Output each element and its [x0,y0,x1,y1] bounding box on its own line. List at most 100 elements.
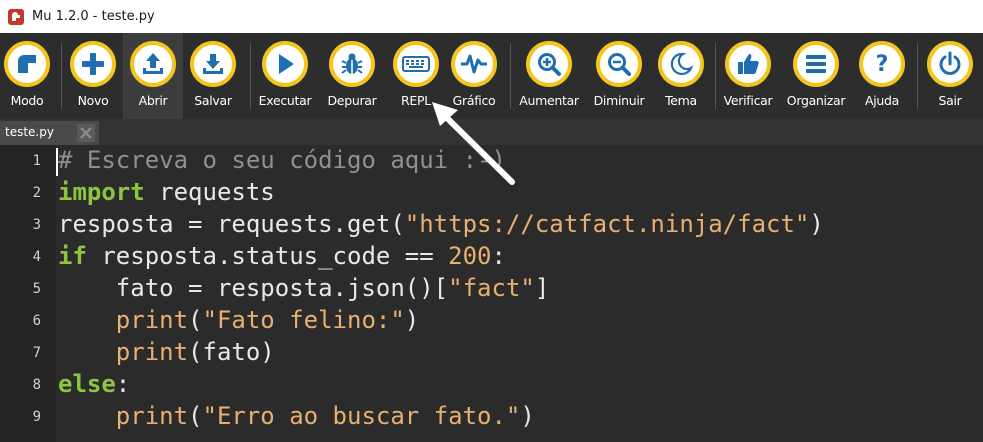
theme-button[interactable]: Tema [653,33,709,119]
help-button[interactable]: ? Ajuda [854,33,910,119]
tidy-button[interactable]: Organizar [784,33,848,119]
zoom-in-label: Aumentar [519,93,579,108]
load-button[interactable]: Abrir [123,33,183,119]
plotter-label: Gráfico [452,93,496,108]
play-icon [262,41,308,87]
debug-button[interactable]: Depurar [322,33,382,119]
code-token: ) [520,402,535,430]
code-token: print [115,306,189,334]
line-number: 6 [32,313,41,329]
code-token: resposta = requests.get( [58,210,405,238]
line-number: 8 [32,377,41,393]
code-text: else: [58,370,130,398]
check-label: Verificar [723,93,773,108]
code-line[interactable]: 3 resposta = requests.get("https://catfac… [0,209,983,241]
zoom-in-icon [526,41,572,87]
zoom-out-button[interactable]: Diminuir [588,33,650,119]
code-token: else [58,370,116,398]
code-token: # Escreva o seu código aqui :-) [58,146,506,174]
code-token: ) [404,306,420,334]
repl-button[interactable]: REPL [388,33,444,119]
theme-label: Tema [665,93,697,108]
line-number: 2 [32,185,41,201]
new-label: Novo [77,93,109,108]
line-number: 1 [32,153,41,169]
line-number: 3 [32,217,41,233]
text-cursor [56,148,58,176]
code-token: "https://catfact.ninja/fact" [404,210,810,238]
question-icon: ? [859,41,905,87]
code-token: fato = resposta.json()[ [58,274,449,302]
tab-bar: teste.py [0,119,983,145]
mode-button[interactable]: Modo [0,33,54,119]
check-button[interactable]: Verificar [720,33,776,119]
code-token: import [58,178,145,206]
code-text: print("Fato felino:") [58,306,419,334]
tab-label: teste.py [5,125,54,139]
code-text: resposta = requests.get("https://catfact… [58,210,824,238]
close-icon[interactable] [77,124,95,142]
title-bar: Mu 1.2.0 - teste.py [0,0,983,33]
code-token: requests [144,178,275,206]
load-label: Abrir [138,93,168,108]
code-token: ] [534,274,550,302]
code-line[interactable]: 9 print("Erro ao buscar fato.") [0,401,983,433]
code-line[interactable]: 2 import requests [0,177,983,209]
line-number: 5 [32,281,41,297]
lines-icon [793,41,839,87]
mode-label: Modo [10,93,44,108]
line-number: 7 [32,345,41,361]
quit-button[interactable]: Sair [922,33,978,119]
code-token: ( [188,306,203,334]
code-token: resposta.status_code == [86,242,449,270]
upload-icon [130,41,176,87]
plotter-button[interactable]: Gráfico [446,33,502,119]
zoom-out-label: Diminuir [593,93,645,108]
repl-label: REPL [401,93,431,108]
pulse-icon [451,41,497,87]
window-title: Mu 1.2.0 - teste.py [32,9,155,24]
thumbs-up-icon [725,41,771,87]
code-line[interactable]: 1 # Escreva o seu código aqui :-) [0,145,983,177]
code-text: print("Erro ao buscar fato.") [58,402,535,430]
bug-icon [329,41,375,87]
code-editor[interactable]: 1 # Escreva o seu código aqui :-) 2 import … [0,145,983,442]
toolbar: Modo Novo Abrir Salvar Executar Depurar [0,33,983,119]
code-text: fato = resposta.json()["fact"] [58,274,550,302]
code-token: (fato) [188,338,275,366]
code-text: # Escreva o seu código aqui :-) [58,146,506,174]
code-token: if [58,242,87,270]
code-line[interactable]: 4 if resposta.status_code == 200: [0,241,983,273]
run-button[interactable]: Executar [255,33,315,119]
code-token: : [115,370,131,398]
help-label: Ajuda [864,93,900,108]
code-text: if resposta.status_code == 200: [58,242,506,270]
line-number: 9 [32,409,41,425]
save-label: Salvar [194,93,232,108]
code-line[interactable]: 7 print(fato) [0,337,983,369]
power-icon [927,41,973,87]
code-line[interactable]: 8 else: [0,369,983,401]
tab-teste-py[interactable]: teste.py [0,121,99,145]
tidy-label: Organizar [786,93,846,108]
code-token: ) [809,210,824,238]
download-icon [190,41,236,87]
code-token: "fact" [448,274,535,302]
new-button[interactable]: Novo [65,33,121,119]
code-token: "Erro ao buscar fato." [202,402,521,430]
code-token: "Fato felino:" [202,306,405,334]
plus-icon [70,41,116,87]
code-line[interactable]: 5 fato = resposta.json()["fact"] [0,273,983,305]
code-token: : [491,242,506,270]
code-token: ( [188,402,203,430]
mu-app-icon [8,8,24,25]
save-button[interactable]: Salvar [185,33,241,119]
code-text: print(fato) [58,338,275,366]
zoom-in-button[interactable]: Aumentar [515,33,583,119]
code-line[interactable]: 6 print("Fato felino:") [0,305,983,337]
code-token: print [115,338,189,366]
run-label: Executar [258,93,312,108]
moon-icon [658,41,704,87]
